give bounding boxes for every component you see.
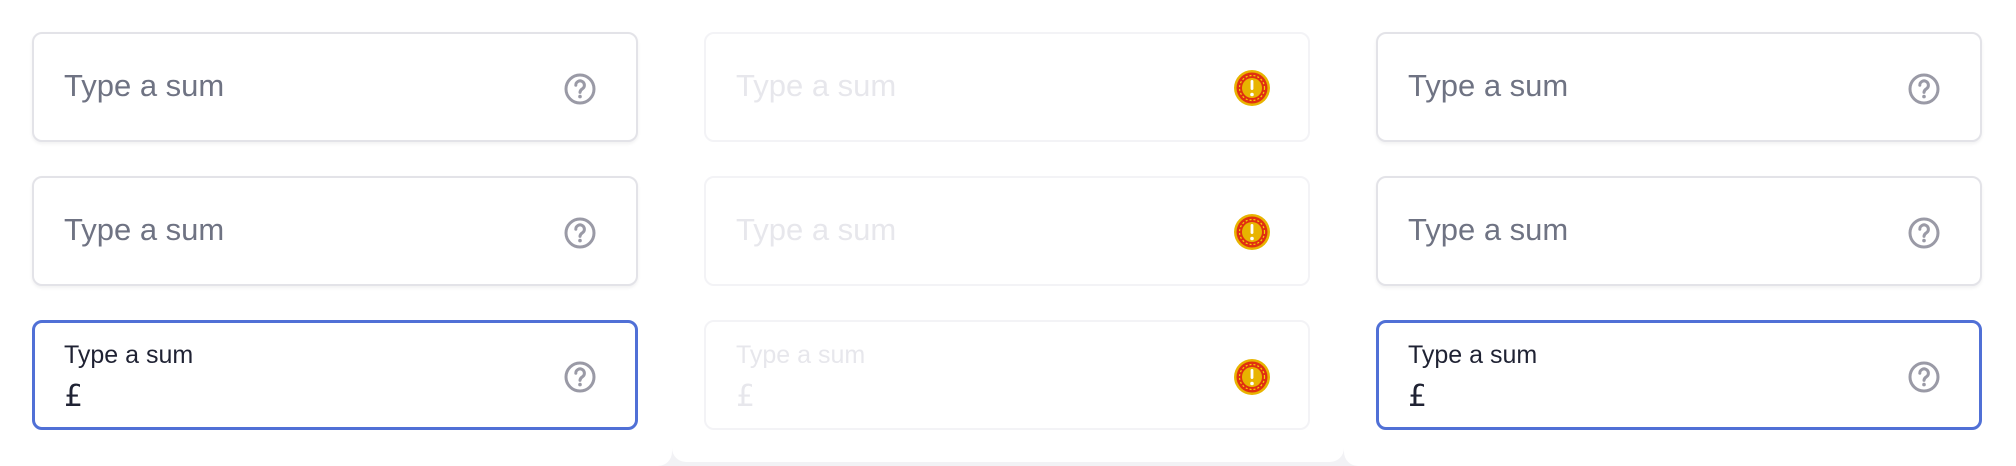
- sum-value[interactable]: £: [1408, 379, 1426, 414]
- help-circle-icon[interactable]: [562, 71, 598, 107]
- sum-placeholder: Type a sum: [64, 212, 225, 247]
- default-state-column: Type a sum Type a sum Type a sum £: [1344, 0, 2016, 466]
- sum-input-empty[interactable]: Type a sum: [1376, 176, 1982, 286]
- sum-input-empty[interactable]: Type a sum: [32, 176, 638, 286]
- warning-badge-icon: [1234, 70, 1270, 106]
- sum-input-empty[interactable]: Type a sum: [32, 32, 638, 142]
- sum-placeholder: Type a sum: [1408, 68, 1569, 103]
- sum-input-disabled: Type a sum: [704, 176, 1310, 286]
- sum-label: Type a sum: [1408, 341, 1538, 369]
- disabled-state-column: Type a sum Type a sum Type a sum £: [672, 0, 1344, 462]
- sum-placeholder: Type a sum: [736, 212, 897, 247]
- sum-value: £: [736, 379, 755, 414]
- sum-input-focused[interactable]: Type a sum £: [32, 320, 638, 430]
- sum-value[interactable]: £: [64, 379, 82, 414]
- sum-input-empty[interactable]: Type a sum: [1376, 32, 1982, 142]
- sum-placeholder: Type a sum: [736, 68, 897, 103]
- help-circle-icon[interactable]: [562, 359, 598, 395]
- sum-label: Type a sum: [736, 341, 866, 369]
- sum-input-disabled: Type a sum: [704, 32, 1310, 142]
- default-state-column: Type a sum Type a sum Type a sum £: [0, 0, 672, 466]
- sum-input-focused[interactable]: Type a sum £: [1376, 320, 1982, 430]
- sum-label: Type a sum: [64, 341, 194, 369]
- help-circle-icon[interactable]: [1906, 359, 1942, 395]
- sum-placeholder: Type a sum: [64, 68, 225, 103]
- help-circle-icon[interactable]: [562, 215, 598, 251]
- warning-badge-icon: [1234, 214, 1270, 250]
- sum-placeholder: Type a sum: [1408, 212, 1569, 247]
- input-states-showcase: Type a sum Type a sum Type a sum £ Type …: [0, 0, 2016, 466]
- warning-badge-icon: [1234, 359, 1270, 395]
- help-circle-icon[interactable]: [1906, 71, 1942, 107]
- help-circle-icon[interactable]: [1906, 215, 1942, 251]
- sum-input-disabled-filled: Type a sum £: [704, 320, 1310, 430]
